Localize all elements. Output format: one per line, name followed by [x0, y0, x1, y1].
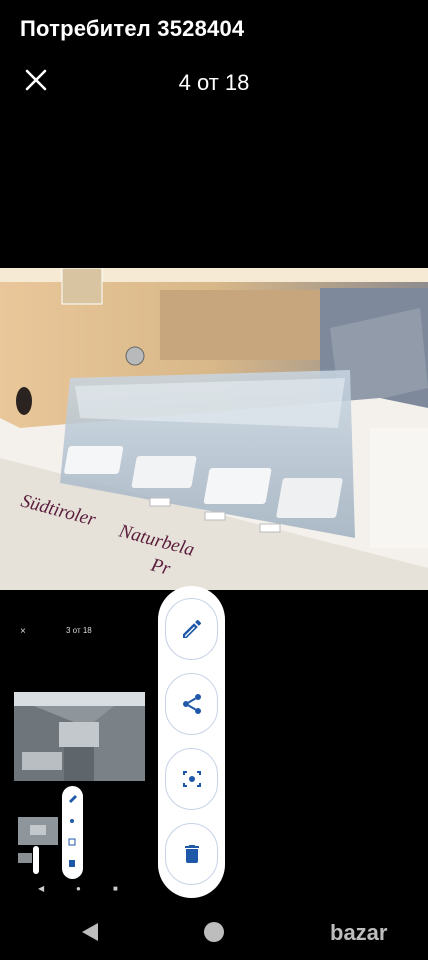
back-button[interactable] [80, 921, 100, 948]
screen-capture-icon [182, 771, 201, 787]
image-counter: 4 от 18 [178, 70, 250, 95]
trash-icon [184, 845, 199, 863]
thumbnail-photo-small [18, 817, 58, 845]
delete-button[interactable] [165, 823, 218, 885]
thumbnail-counter: 3 от 18 [66, 626, 92, 635]
thumbnail-action-pill [62, 786, 83, 879]
screen-capture-button[interactable] [165, 748, 218, 810]
main-photo[interactable]: Südtiroler Naturbela Pr [0, 268, 428, 590]
share-icon [182, 694, 201, 714]
action-pill [158, 586, 225, 898]
pencil-icon [182, 619, 201, 638]
home-button[interactable] [204, 922, 224, 942]
brand-text: bazar [330, 920, 388, 945]
thumbnail-photo [14, 692, 145, 781]
thumbnail-photo-tiny [18, 853, 32, 863]
thumbnail-action-pill-small [33, 846, 39, 874]
thumbnail-home-icon: ● [76, 884, 81, 893]
back-triangle-icon [82, 923, 98, 941]
thumbnail-close-icon: × [20, 626, 26, 637]
thumbnail-recents-icon: ■ [113, 884, 118, 893]
edit-button[interactable] [165, 598, 218, 660]
thumbnail-back-icon: ◀ [38, 884, 45, 893]
thumbnail-preview: × 3 от 18 ◀ ● ■ [0, 600, 160, 900]
bazar-logo: bazar [326, 916, 418, 950]
page-title: Потребител 3528404 [20, 16, 245, 41]
share-button[interactable] [165, 673, 218, 735]
